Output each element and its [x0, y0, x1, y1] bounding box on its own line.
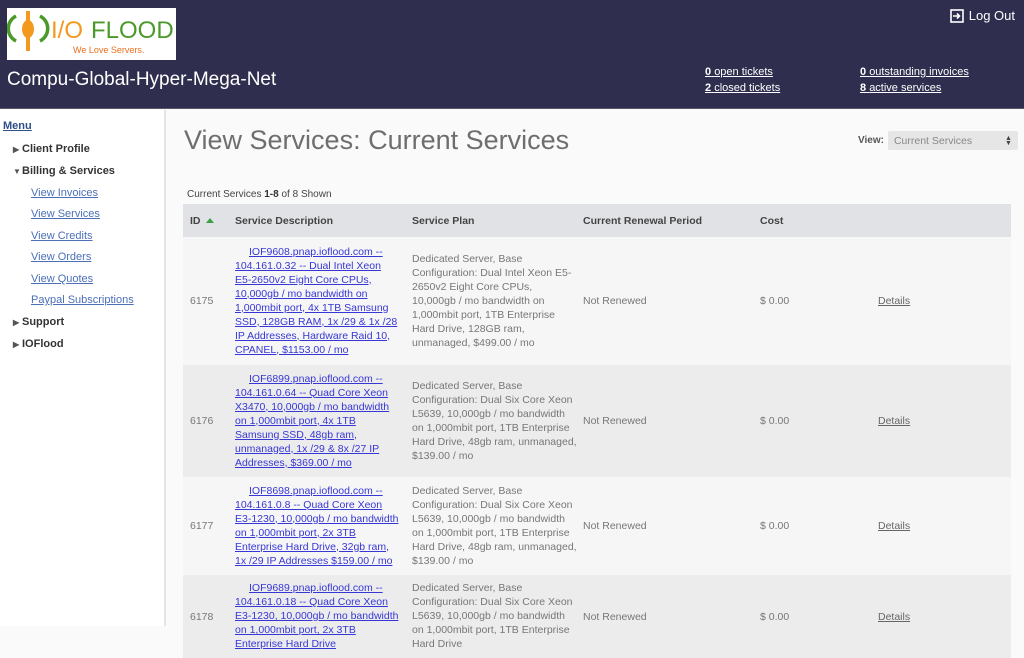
- menu-link[interactable]: Menu: [3, 120, 32, 132]
- details-cell: Details: [878, 237, 1011, 365]
- sidebar-item-label: Client Profile: [22, 143, 90, 155]
- renewal-period: Not Renewed: [583, 237, 760, 365]
- outstanding-invoices-link[interactable]: 0 outstanding invoices: [860, 64, 969, 80]
- service-id: 6178: [183, 575, 228, 658]
- column-header-cost[interactable]: Cost: [760, 204, 878, 237]
- details-link[interactable]: Details: [878, 295, 910, 307]
- billing-stats: 0 outstanding invoices 8 active services: [860, 64, 969, 96]
- table-header-row: ID Service Description Service Plan Curr…: [183, 204, 1011, 237]
- table-row: 6178 IOF9689.pnap.ioflood.com -- 104.161.…: [183, 575, 1011, 658]
- sidebar-item-view-invoices[interactable]: View Invoices: [0, 182, 164, 204]
- service-description-link[interactable]: IOF9608.pnap.ioflood.com -- 104.161.0.32…: [235, 246, 397, 356]
- details-cell: Details: [878, 477, 1011, 575]
- service-cost: $ 0.00: [760, 365, 878, 477]
- logo-io-text: I/O: [51, 17, 83, 44]
- details-cell: Details: [878, 365, 1011, 477]
- service-plan: Dedicated Server, Base Configuration: Du…: [405, 365, 583, 477]
- service-id: 6177: [183, 477, 228, 575]
- sidebar-item-support[interactable]: ▶ Support: [0, 311, 164, 333]
- select-arrows-icon: ▲ ▼: [1005, 134, 1012, 147]
- sidebar-item-ioflood[interactable]: ▶ IOFlood: [0, 333, 164, 355]
- sidebar-item-view-services[interactable]: View Services: [0, 204, 164, 226]
- logo-graphic: I/O FLOOD We Love Servers.: [7, 11, 174, 55]
- view-filter: View: Current Services ▲ ▼: [858, 131, 1018, 150]
- sidebar-item-label: Billing & Services: [22, 165, 115, 177]
- service-description-link[interactable]: IOF6899.pnap.ioflood.com -- 104.161.0.64…: [235, 373, 389, 469]
- service-cost: $ 0.00: [760, 237, 878, 365]
- service-plan: Dedicated Server, Base Configuration: Du…: [405, 237, 583, 365]
- sidebar: Menu ▶ Client Profile ▼ Billing & Servic…: [0, 110, 166, 626]
- services-table: ID Service Description Service Plan Curr…: [183, 204, 1011, 658]
- logout-button[interactable]: Log Out: [949, 8, 1015, 23]
- service-id: 6175: [183, 237, 228, 365]
- company-name: Compu-Global-Hyper-Mega-Net: [7, 69, 277, 90]
- renewal-period: Not Renewed: [583, 477, 760, 575]
- table-row: 6176 IOF6899.pnap.ioflood.com -- 104.161.…: [183, 365, 1011, 477]
- service-description-link[interactable]: IOF9689.pnap.ioflood.com -- 104.161.0.18…: [235, 582, 398, 650]
- service-description: IOF6899.pnap.ioflood.com -- 104.161.0.64…: [228, 365, 405, 477]
- page-title: View Services: Current Services: [184, 125, 570, 155]
- sort-ascending-icon: [205, 217, 214, 223]
- sidebar-item-view-quotes[interactable]: View Quotes: [0, 268, 164, 290]
- service-id: 6176: [183, 365, 228, 477]
- sidebar-item-client-profile[interactable]: ▶ Client Profile: [0, 138, 164, 160]
- column-header-description[interactable]: Service Description: [228, 204, 405, 237]
- caret-down-icon: ▼: [13, 166, 21, 176]
- column-header-actions: [878, 204, 1011, 237]
- service-description: IOF9689.pnap.ioflood.com -- 104.161.0.18…: [228, 575, 405, 658]
- details-link[interactable]: Details: [878, 415, 910, 427]
- service-description: IOF9608.pnap.ioflood.com -- 104.161.0.32…: [228, 237, 405, 365]
- logout-label: Log Out: [968, 8, 1015, 23]
- details-link[interactable]: Details: [878, 520, 910, 532]
- details-link[interactable]: Details: [878, 611, 910, 623]
- sidebar-item-label: IOFlood: [22, 338, 64, 350]
- sidebar-item-billing-services[interactable]: ▼ Billing & Services: [0, 160, 164, 182]
- column-header-plan[interactable]: Service Plan: [405, 204, 583, 237]
- logout-icon: [949, 8, 964, 23]
- view-selected-value: Current Services: [893, 134, 973, 147]
- caret-right-icon: ▶: [13, 317, 20, 327]
- table-row: 6177 IOF8698.pnap.ioflood.com -- 104.161.…: [183, 477, 1011, 575]
- sidebar-item-paypal-subscriptions[interactable]: Paypal Subscriptions: [0, 290, 164, 312]
- logo-flood-text: FLOOD: [91, 17, 174, 44]
- column-header-id[interactable]: ID: [183, 204, 228, 237]
- table-row: 6175 IOF9608.pnap.ioflood.com -- 104.161.…: [183, 237, 1011, 365]
- sidebar-item-label: Support: [22, 316, 65, 328]
- top-header: I/O FLOOD We Love Servers. Compu-Global-…: [0, 0, 1024, 109]
- results-count: Current Services 1-8 of 8 Shown: [187, 189, 332, 200]
- logo-tagline: We Love Servers.: [73, 45, 144, 55]
- sidebar-nav: ▶ Client Profile ▼ Billing & Services Vi…: [0, 138, 164, 355]
- column-header-renewal[interactable]: Current Renewal Period: [583, 204, 760, 237]
- service-plan: Dedicated Server, Base Configuration: Du…: [405, 477, 583, 575]
- main-content: View Services: Current Services View: Cu…: [166, 110, 1024, 658]
- open-tickets-link[interactable]: 0 open tickets: [705, 64, 780, 80]
- caret-right-icon: ▶: [13, 339, 20, 349]
- closed-tickets-link[interactable]: 2 closed tickets: [705, 80, 780, 96]
- service-cost: $ 0.00: [760, 477, 878, 575]
- active-services-link[interactable]: 8 active services: [860, 80, 969, 96]
- service-plan: Dedicated Server, Base Configuration: Du…: [405, 575, 583, 658]
- renewal-period: Not Renewed: [583, 575, 760, 658]
- sidebar-item-view-credits[interactable]: View Credits: [0, 225, 164, 247]
- ioflood-logo[interactable]: I/O FLOOD We Love Servers.: [7, 8, 176, 60]
- details-cell: Details: [878, 575, 1011, 658]
- service-description: IOF8698.pnap.ioflood.com -- 104.161.0.8 …: [228, 477, 405, 575]
- sidebar-item-view-orders[interactable]: View Orders: [0, 247, 164, 269]
- renewal-period: Not Renewed: [583, 365, 760, 477]
- view-select[interactable]: Current Services ▲ ▼: [887, 131, 1018, 150]
- ticket-stats: 0 open tickets 2 closed tickets: [705, 64, 780, 96]
- service-description-link[interactable]: IOF8698.pnap.ioflood.com -- 104.161.0.8 …: [235, 485, 398, 567]
- view-label: View:: [858, 135, 884, 146]
- service-cost: $ 0.00: [760, 575, 878, 658]
- caret-right-icon: ▶: [13, 144, 20, 154]
